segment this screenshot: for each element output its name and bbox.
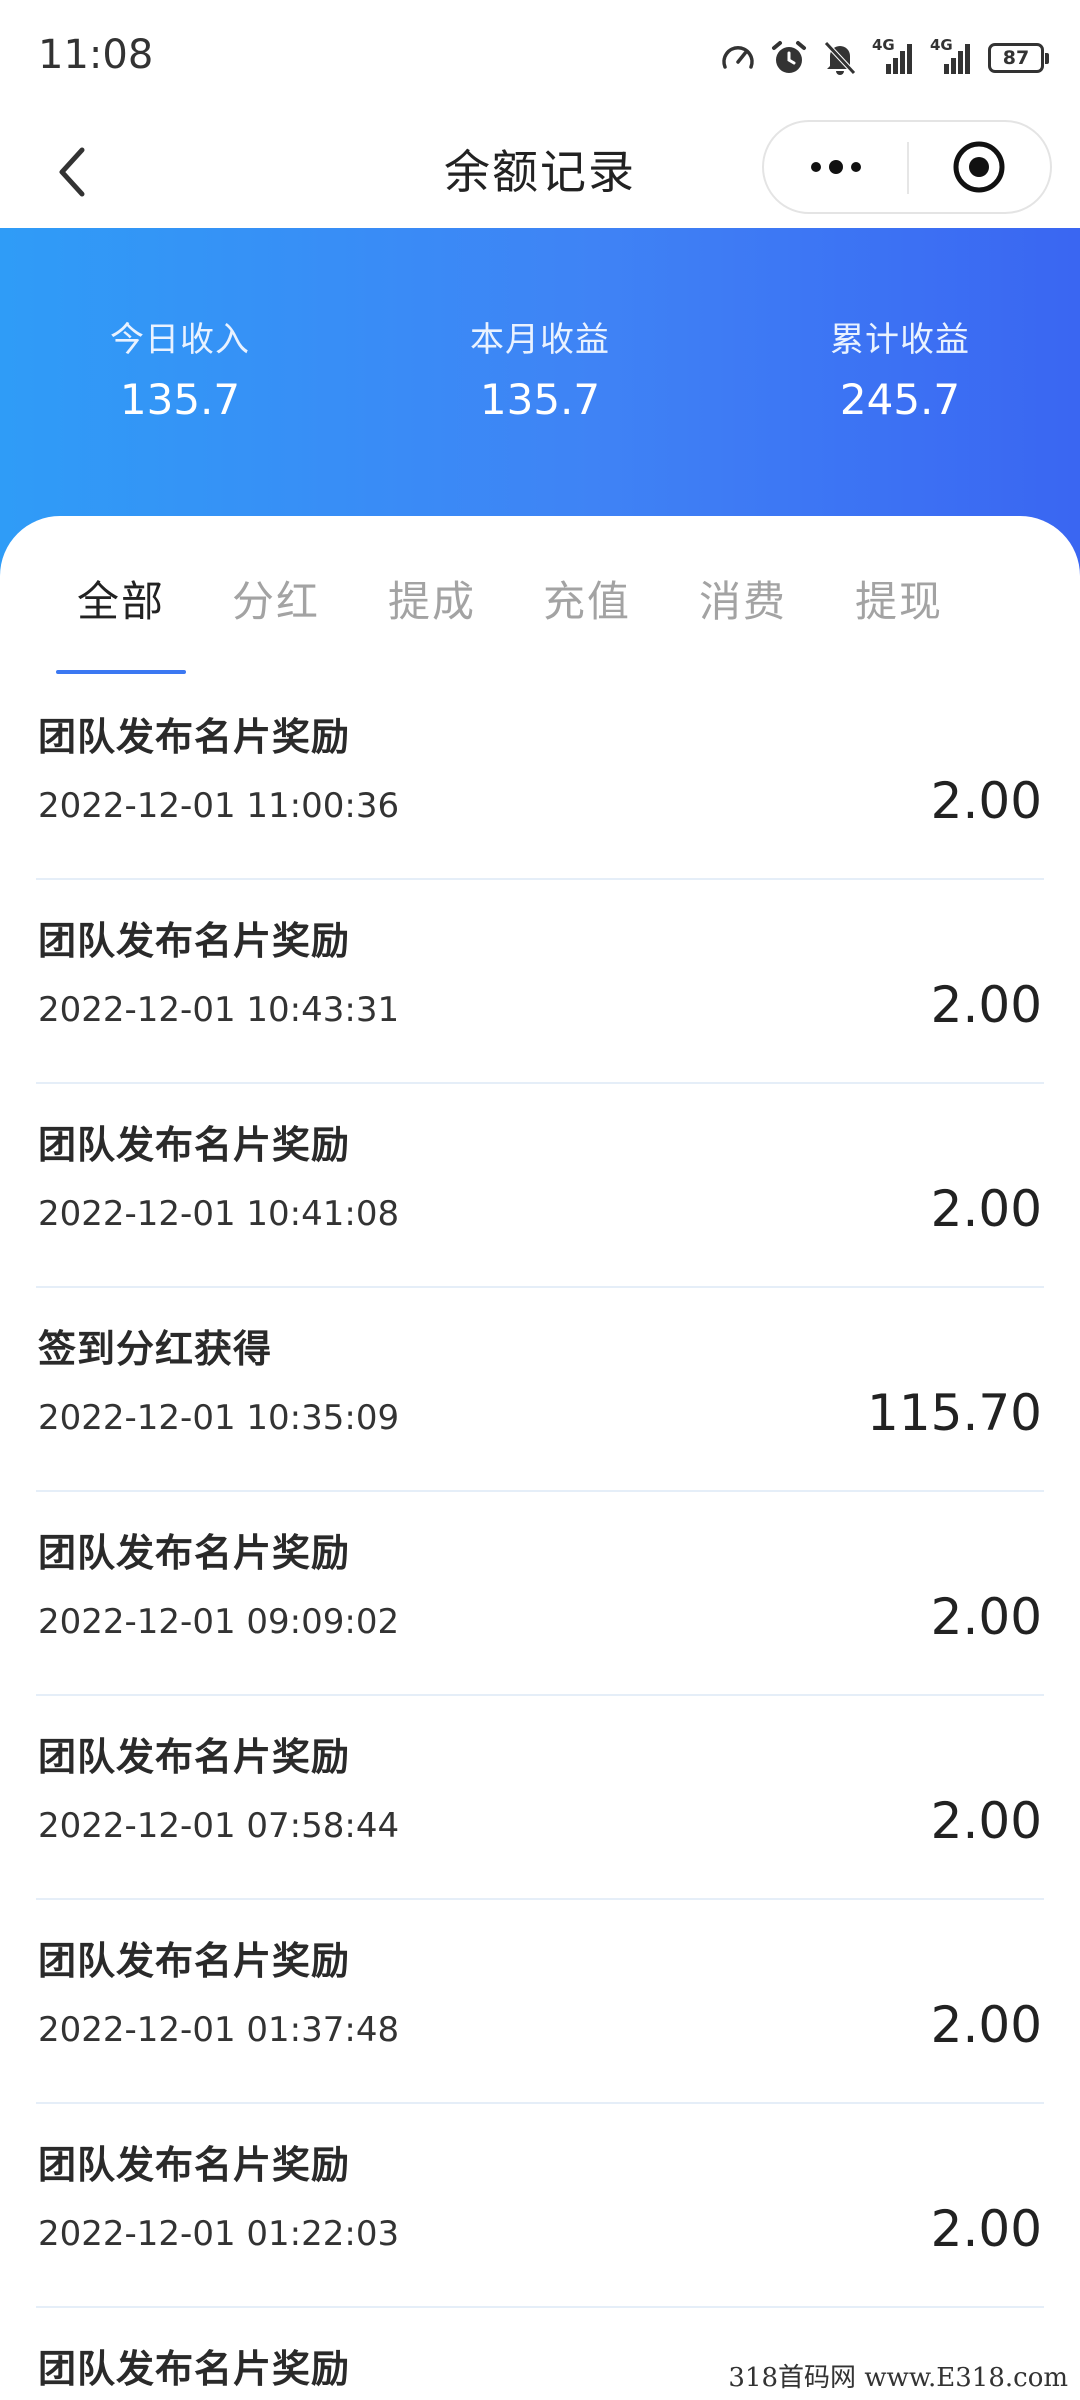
stat-label: 累计收益: [830, 320, 970, 360]
more-button[interactable]: [764, 122, 907, 212]
speed-meter-icon: [722, 46, 754, 69]
record-title: 团队发布名片奖励: [38, 1735, 351, 1779]
record-title: 团队发布名片奖励: [38, 2347, 351, 2391]
record-time: 2022-12-01 01:22:03: [38, 2214, 400, 2254]
active-tab-indicator: [56, 670, 186, 674]
record-time: 2022-12-01 10:41:08: [38, 1194, 400, 1234]
record-time: 2022-12-01 11:00:36: [38, 786, 400, 826]
record-title: 团队发布名片奖励: [38, 1939, 351, 1983]
stat-label: 今日收入: [110, 320, 250, 360]
tab-recharge[interactable]: 充值: [522, 568, 652, 629]
tab-all[interactable]: 全部: [56, 568, 186, 629]
record-title: 团队发布名片奖励: [38, 1123, 351, 1167]
list-item[interactable]: 团队发布名片奖励 2022-12-01 11:00:36 2.00: [0, 676, 1080, 880]
record-title: 签到分红获得: [38, 1327, 273, 1371]
list-item[interactable]: 团队发布名片奖励 2022-12-01 01:22:03 2.00: [0, 2104, 1080, 2308]
record-title: 团队发布名片奖励: [38, 2143, 351, 2187]
battery-icon: 87: [988, 43, 1049, 73]
record-time: 2022-12-01 10:35:09: [38, 1398, 400, 1438]
network-label: 4G: [872, 36, 895, 54]
record-title: 团队发布名片奖励: [38, 1531, 351, 1575]
mini-program-capsule: [762, 120, 1052, 214]
tab-consumption[interactable]: 消费: [678, 568, 808, 629]
stat-value: 135.7: [119, 375, 241, 424]
list-item[interactable]: 团队发布名片奖励 2022-12-01 01:37:48 2.00: [0, 1900, 1080, 2104]
tab-dividend[interactable]: 分红: [211, 568, 341, 629]
battery-level: 87: [1002, 47, 1030, 69]
network-indicator-1: 4G: [872, 36, 916, 76]
tab-withdraw[interactable]: 提现: [834, 568, 964, 629]
alarm-icon: [772, 41, 806, 73]
record-amount: 115.70: [867, 1384, 1042, 1442]
record-list: 团队发布名片奖励 2022-12-01 11:00:36 2.00 团队发布名片…: [0, 676, 1080, 2400]
stat-today-income: 今日收入 135.7: [30, 312, 330, 424]
more-dots-icon: [810, 160, 861, 174]
bell-muted-icon: [824, 41, 856, 75]
list-item[interactable]: 签到分红获得 2022-12-01 10:35:09 115.70: [0, 1288, 1080, 1492]
status-icons: 4G 4G 87: [720, 36, 1049, 80]
status-bar: 11:08 4G 4G 87: [0, 0, 1080, 116]
tab-commission[interactable]: 提成: [367, 568, 497, 629]
list-item[interactable]: 团队发布名片奖励 2022-12-01 09:09:02 2.00: [0, 1492, 1080, 1696]
stat-total-earnings: 累计收益 245.7: [750, 312, 1050, 424]
target-circle-icon: [953, 141, 1004, 193]
list-item[interactable]: 团队发布名片奖励 2022-12-01 10:43:31 2.00: [0, 880, 1080, 1084]
stat-value: 135.7: [479, 375, 601, 424]
list-item[interactable]: 团队发布名片奖励 2022-12-01 10:41:08 2.00: [0, 1084, 1080, 1288]
record-title: 团队发布名片奖励: [38, 919, 351, 963]
nav-bar: 余额记录: [0, 116, 1080, 228]
network-label: 4G: [930, 36, 953, 54]
record-amount: 2.00: [930, 1180, 1042, 1238]
record-amount: 2.00: [930, 772, 1042, 830]
close-mini-program-button[interactable]: [907, 122, 1050, 212]
record-amount: 2.00: [930, 1588, 1042, 1646]
record-amount: 2.00: [930, 1792, 1042, 1850]
record-amount: 2.00: [930, 2200, 1042, 2258]
watermark: 318首码网 www.E318.com: [724, 2357, 1072, 2394]
record-time: 2022-12-01 09:09:02: [38, 1602, 400, 1642]
record-tabs: 全部 分红 提成 充值 消费 提现: [0, 516, 1080, 676]
stat-month-earnings: 本月收益 135.7: [390, 312, 690, 424]
record-amount: 2.00: [930, 1996, 1042, 2054]
list-item[interactable]: 团队发布名片奖励 2022-12-01 07:58:44 2.00: [0, 1696, 1080, 1900]
record-time: 2022-12-01 01:37:48: [38, 2010, 400, 2050]
status-time: 11:08: [38, 32, 154, 78]
record-time: 2022-12-01 07:58:44: [38, 1806, 400, 1846]
record-title: 团队发布名片奖励: [38, 715, 351, 759]
record-time: 2022-12-01 10:43:31: [38, 990, 400, 1030]
screen: 11:08 4G 4G 87 余额记录 今日收入 135.7 本月收益 135.…: [0, 0, 1080, 2400]
stat-value: 245.7: [839, 375, 961, 424]
record-amount: 2.00: [930, 976, 1042, 1034]
stat-label: 本月收益: [470, 320, 610, 360]
network-indicator-2: 4G: [930, 36, 974, 76]
records-panel: 全部 分红 提成 充值 消费 提现 团队发布名片奖励 2022-12-01 11…: [0, 516, 1080, 2400]
